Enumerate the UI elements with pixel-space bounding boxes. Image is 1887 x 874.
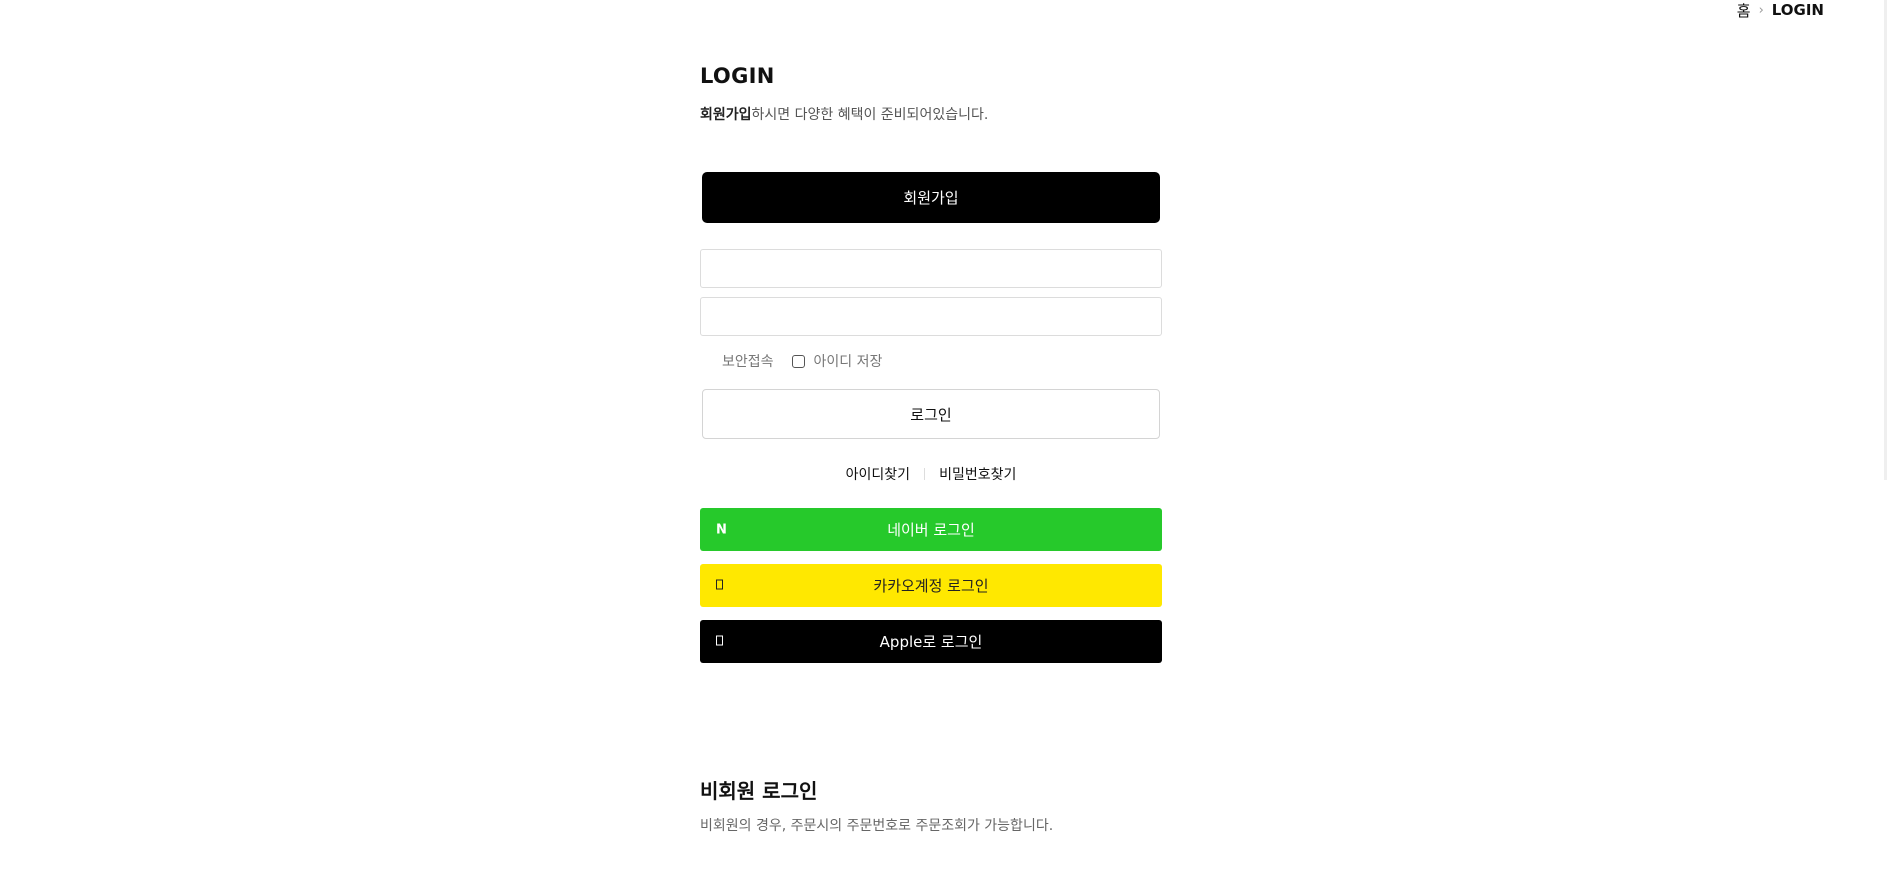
id-input[interactable] [700,249,1162,288]
naver-login-button[interactable]: N 네이버 로그인 [700,508,1162,551]
link-divider [924,468,926,480]
chevron-right-icon: › [1758,2,1764,18]
find-id-link[interactable]: 아이디찾기 [846,464,910,484]
login-options: 보안접속 아이디 저장 [722,350,882,372]
find-account-links: 아이디찾기 비밀번호찾기 [700,463,1162,485]
password-input[interactable] [700,297,1162,336]
subtitle-text: 하시면 다양한 혜택이 준비되어있습니다. [751,107,989,123]
join-button[interactable]: 회원가입 [702,172,1160,223]
apple-icon [716,635,723,648]
subtitle-emphasis: 회원가입 [700,107,752,123]
naver-icon: N [716,522,727,537]
guest-login-description: 비회원의 경우, 주문시의 주문번호로 주문조회가 가능합니다. [700,818,1054,834]
kakao-login-label: 카카오계정 로그인 [873,577,989,595]
apple-login-label: Apple로 로그인 [879,633,983,651]
save-id-label[interactable]: 아이디 저장 [814,351,883,371]
page-subtitle: 회원가입하시면 다양한 혜택이 준비되어있습니다. [700,104,988,124]
guest-login-title: 비회원 로그인 [700,779,818,803]
secure-connection-label: 보안접속 [722,354,774,370]
breadcrumb-home-link[interactable]: 홈 [1737,0,1751,21]
naver-login-label: 네이버 로그인 [887,521,975,539]
breadcrumb-current: LOGIN [1771,1,1824,19]
save-id-checkbox[interactable] [791,354,805,368]
find-password-link[interactable]: 비밀번호찾기 [939,464,1016,484]
login-button[interactable]: 로그인 [702,389,1160,439]
kakao-login-button[interactable]: 카카오계정 로그인 [700,564,1162,607]
page-title: LOGIN [700,64,775,88]
apple-login-button[interactable]: Apple로 로그인 [700,620,1162,663]
kakao-icon [716,579,723,592]
breadcrumb: 홈 › LOGIN [1737,0,1824,20]
